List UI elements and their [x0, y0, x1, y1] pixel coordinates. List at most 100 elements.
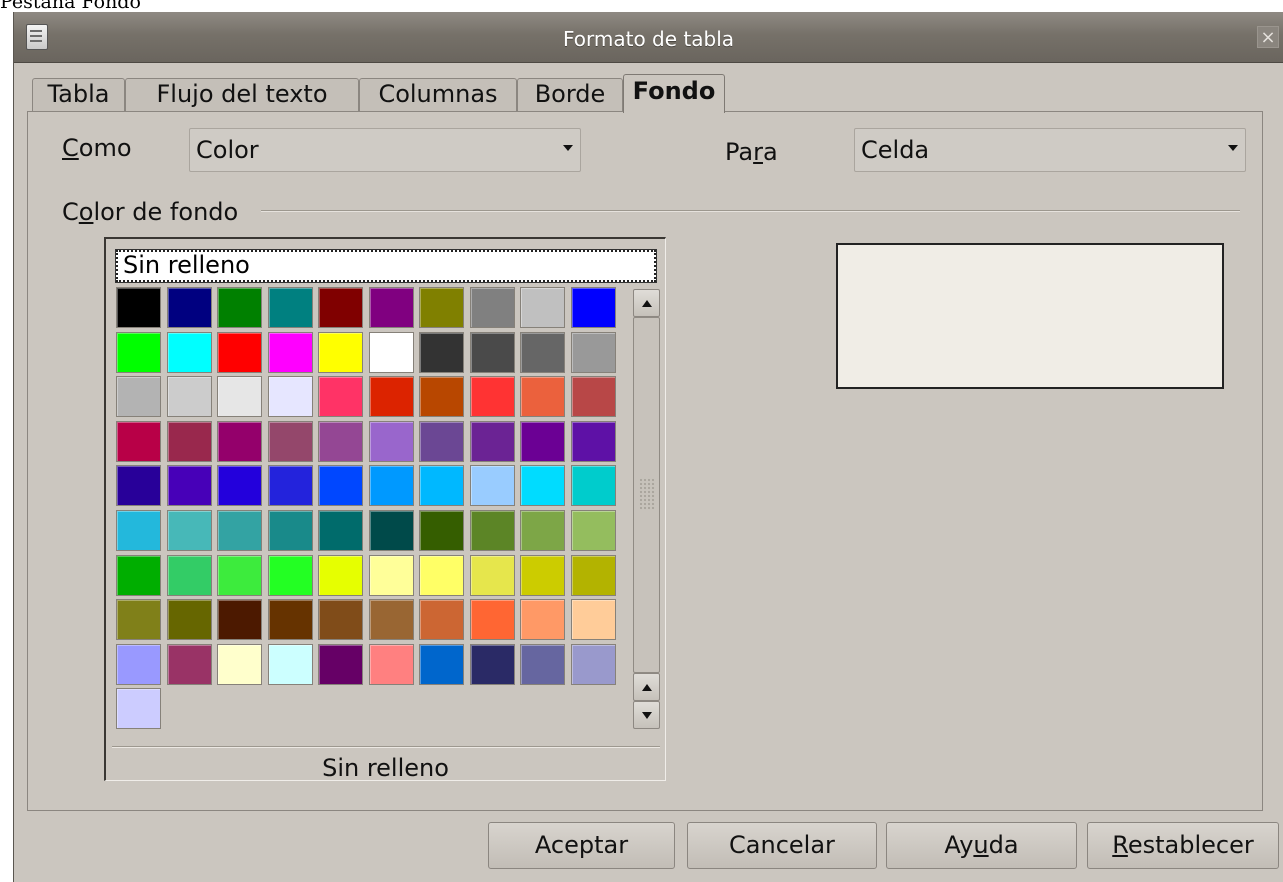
color-swatch[interactable] [267, 376, 313, 418]
tab-fondo[interactable]: Fondo [623, 74, 725, 113]
color-swatch[interactable] [217, 554, 262, 596]
color-swatch[interactable] [368, 287, 414, 328]
color-swatch[interactable] [217, 287, 262, 328]
color-swatch[interactable] [267, 599, 313, 641]
color-swatch[interactable] [166, 554, 212, 596]
color-swatch[interactable] [419, 465, 464, 507]
color-swatch[interactable] [116, 688, 161, 730]
color-swatch[interactable] [368, 331, 414, 373]
color-swatch[interactable] [217, 465, 262, 507]
no-fill-option[interactable]: Sin relleno [115, 249, 657, 283]
color-swatch[interactable] [166, 331, 212, 373]
color-swatch[interactable] [318, 554, 363, 596]
color-swatch[interactable] [318, 599, 363, 641]
aceptar-button[interactable]: Aceptar [488, 822, 675, 869]
color-swatch[interactable] [116, 643, 161, 685]
scroll-down-button[interactable] [633, 701, 660, 729]
color-swatch[interactable] [570, 510, 616, 551]
color-swatch[interactable] [318, 643, 363, 685]
color-swatch[interactable] [267, 465, 313, 507]
color-swatch[interactable] [116, 599, 161, 641]
color-swatch[interactable] [469, 554, 515, 596]
color-swatch[interactable] [217, 510, 262, 551]
color-swatch[interactable] [166, 510, 212, 551]
color-swatch[interactable] [419, 376, 464, 418]
color-swatch[interactable] [368, 554, 414, 596]
title-bar[interactable]: Formato de tabla × [14, 12, 1283, 63]
color-swatch[interactable] [318, 331, 363, 373]
color-swatch[interactable] [570, 420, 616, 462]
color-swatch[interactable] [419, 599, 464, 641]
color-swatch[interactable] [116, 554, 161, 596]
color-swatch[interactable] [469, 420, 515, 462]
color-swatch[interactable] [469, 376, 515, 418]
color-swatch[interactable] [520, 554, 565, 596]
color-swatch[interactable] [520, 331, 565, 373]
color-swatch[interactable] [419, 643, 464, 685]
color-swatch[interactable] [469, 510, 515, 551]
color-swatch[interactable] [469, 599, 515, 641]
color-swatch[interactable] [166, 599, 212, 641]
color-swatch[interactable] [166, 643, 212, 685]
color-swatch[interactable] [116, 287, 161, 328]
color-swatch[interactable] [368, 510, 414, 551]
color-swatch[interactable] [166, 465, 212, 507]
color-swatch[interactable] [166, 376, 212, 418]
color-swatch[interactable] [570, 554, 616, 596]
color-swatch[interactable] [267, 420, 313, 462]
color-swatch[interactable] [570, 599, 616, 641]
color-swatch[interactable] [217, 643, 262, 685]
restablecer-button[interactable]: Restablecer [1087, 822, 1279, 869]
color-swatch[interactable] [419, 331, 464, 373]
color-swatch[interactable] [368, 376, 414, 418]
cancelar-button[interactable]: Cancelar [687, 822, 877, 869]
color-swatch[interactable] [469, 643, 515, 685]
color-swatch[interactable] [217, 376, 262, 418]
color-swatch[interactable] [318, 465, 363, 507]
color-swatch[interactable] [419, 420, 464, 462]
color-swatch[interactable] [116, 331, 161, 373]
color-swatch[interactable] [570, 331, 616, 373]
como-select[interactable]: Color [189, 128, 581, 172]
color-swatch[interactable] [570, 376, 616, 418]
palette-scrollbar[interactable] [632, 289, 662, 731]
color-swatch[interactable] [368, 599, 414, 641]
scroll-up-button[interactable] [633, 289, 660, 317]
color-swatch[interactable] [318, 376, 363, 418]
para-select[interactable]: Celda [854, 128, 1246, 172]
color-swatch[interactable] [368, 420, 414, 462]
color-swatch[interactable] [217, 331, 262, 373]
color-swatch[interactable] [116, 510, 161, 551]
scroll-thumb[interactable] [633, 317, 660, 673]
tab-flujo-del-texto[interactable]: Flujo del texto [125, 78, 359, 111]
color-swatch[interactable] [166, 420, 212, 462]
color-swatch[interactable] [469, 287, 515, 328]
color-swatch[interactable] [116, 376, 161, 418]
tab-columnas[interactable]: Columnas [359, 78, 517, 111]
color-swatch[interactable] [520, 287, 565, 328]
color-swatch[interactable] [570, 465, 616, 507]
color-swatch[interactable] [419, 287, 464, 328]
color-swatch[interactable] [520, 599, 565, 641]
color-swatch[interactable] [368, 465, 414, 507]
color-swatch[interactable] [520, 510, 565, 551]
color-swatch[interactable] [469, 331, 515, 373]
ayuda-button[interactable]: Ayuda [886, 822, 1077, 869]
color-swatch[interactable] [267, 331, 313, 373]
color-swatch[interactable] [570, 287, 616, 328]
color-swatch[interactable] [419, 554, 464, 596]
color-swatch[interactable] [520, 643, 565, 685]
color-swatch[interactable] [116, 420, 161, 462]
color-swatch[interactable] [520, 420, 565, 462]
color-swatch[interactable] [469, 465, 515, 507]
color-swatch[interactable] [368, 643, 414, 685]
close-button[interactable]: × [1257, 26, 1279, 48]
color-swatch[interactable] [520, 465, 565, 507]
color-swatch[interactable] [166, 287, 212, 328]
color-swatch[interactable] [267, 643, 313, 685]
color-swatch[interactable] [267, 510, 313, 551]
color-swatch[interactable] [116, 465, 161, 507]
color-swatch[interactable] [217, 420, 262, 462]
color-swatch[interactable] [318, 510, 363, 551]
scroll-up-button-lower[interactable] [633, 673, 660, 701]
